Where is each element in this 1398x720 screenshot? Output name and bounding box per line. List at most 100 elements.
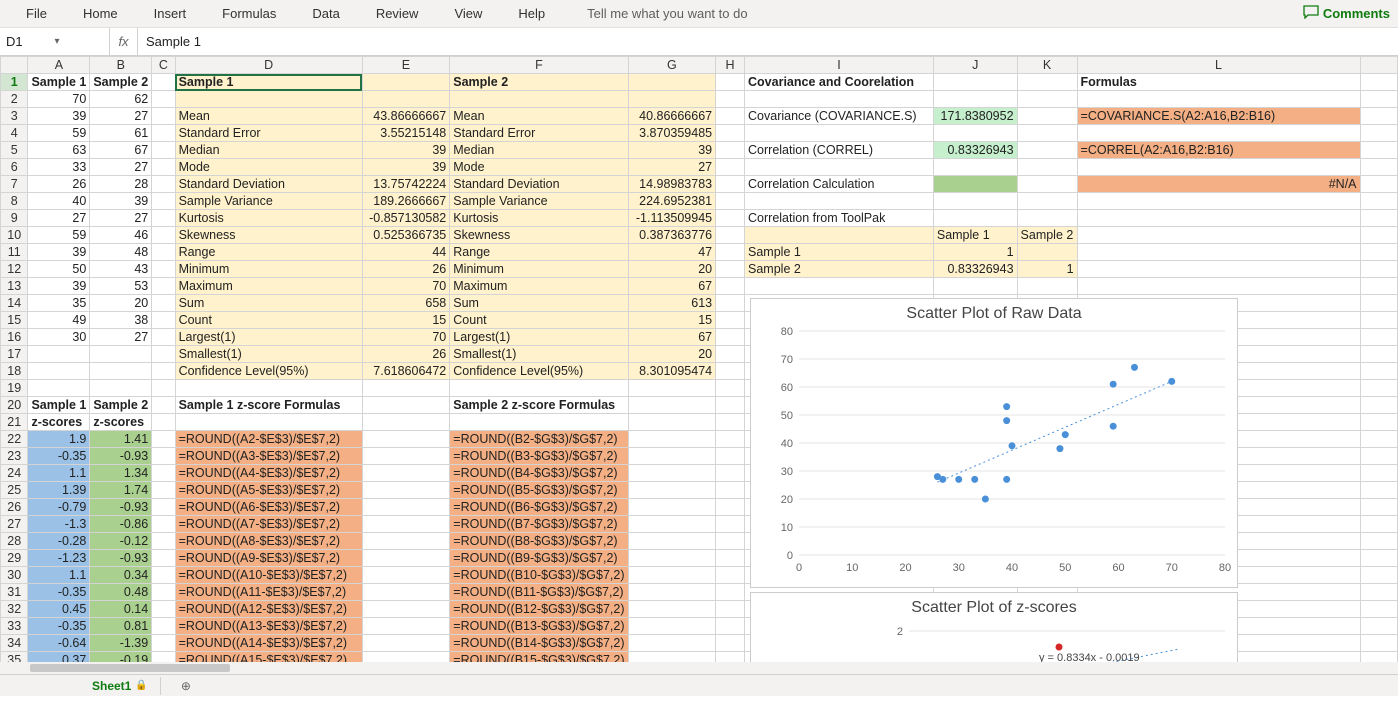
- cell-E15[interactable]: 15: [362, 312, 450, 329]
- row-header-10[interactable]: 10: [1, 227, 28, 244]
- cell-C5[interactable]: [152, 142, 175, 159]
- row-header-15[interactable]: 15: [1, 312, 28, 329]
- cell-L3[interactable]: =COVARIANCE.S(A2:A16,B2:B16): [1077, 108, 1360, 125]
- row-header-24[interactable]: 24: [1, 465, 28, 482]
- cell-A6[interactable]: 33: [28, 159, 90, 176]
- cell-L8[interactable]: [1077, 193, 1360, 210]
- cell-J3[interactable]: 171.8380952: [933, 108, 1017, 125]
- cell-H10[interactable]: [716, 227, 745, 244]
- cell-A10[interactable]: 59: [28, 227, 90, 244]
- tell-me-input[interactable]: Tell me what you want to do: [587, 6, 747, 21]
- cell-B9[interactable]: 27: [90, 210, 152, 227]
- cell-C2[interactable]: [152, 91, 175, 108]
- cell-E4[interactable]: 3.55215148: [362, 125, 450, 142]
- cell-C14[interactable]: [152, 295, 175, 312]
- comments-button[interactable]: Comments: [1303, 5, 1390, 22]
- cell-G6[interactable]: 27: [628, 159, 716, 176]
- spreadsheet-grid[interactable]: ABCDEFGHIJKL1Sample 1Sample 2Sample 1Sam…: [0, 56, 1398, 696]
- row-header-31[interactable]: 31: [1, 584, 28, 601]
- cell-J4[interactable]: [933, 125, 1017, 142]
- cell-C33[interactable]: [152, 618, 175, 635]
- cell-D16[interactable]: Largest(1): [175, 329, 362, 346]
- row-header-9[interactable]: 9: [1, 210, 28, 227]
- cell-F17[interactable]: Smallest(1): [450, 346, 628, 363]
- cell-C15[interactable]: [152, 312, 175, 329]
- cell-F34[interactable]: =ROUND((B14-$G$3)/$G$7,2): [450, 635, 628, 652]
- cell-K7[interactable]: [1017, 176, 1077, 193]
- cell-B10[interactable]: 46: [90, 227, 152, 244]
- row-header-22[interactable]: 22: [1, 431, 28, 448]
- row-header-4[interactable]: 4: [1, 125, 28, 142]
- cell-J11[interactable]: 1: [933, 244, 1017, 261]
- cell-F14[interactable]: Sum: [450, 295, 628, 312]
- cell-A13[interactable]: 39: [28, 278, 90, 295]
- cell-A25[interactable]: 1.39: [28, 482, 90, 499]
- cell-C31[interactable]: [152, 584, 175, 601]
- cell-I13[interactable]: [745, 278, 934, 295]
- cell-G12[interactable]: 20: [628, 261, 716, 278]
- cell-C23[interactable]: [152, 448, 175, 465]
- row-header-12[interactable]: 12: [1, 261, 28, 278]
- cell-G28[interactable]: [628, 533, 716, 550]
- cell-G30[interactable]: [628, 567, 716, 584]
- cell-H1[interactable]: [716, 74, 745, 91]
- cell-C17[interactable]: [152, 346, 175, 363]
- cell-F22[interactable]: =ROUND((B2-$G$3)/$G$7,2): [450, 431, 628, 448]
- cell-K8[interactable]: [1017, 193, 1077, 210]
- cell-E27[interactable]: [362, 516, 450, 533]
- cell-H23[interactable]: [716, 448, 745, 465]
- row-header-30[interactable]: 30: [1, 567, 28, 584]
- ribbon-review[interactable]: Review: [358, 2, 437, 25]
- cell-A34[interactable]: -0.64: [28, 635, 90, 652]
- col-header-C[interactable]: C: [152, 57, 175, 74]
- scrollbar-thumb[interactable]: [30, 664, 230, 672]
- cell-D32[interactable]: =ROUND((A12-$E$3)/$E$7,2): [175, 601, 362, 618]
- row-header-14[interactable]: 14: [1, 295, 28, 312]
- cell-J1[interactable]: [933, 74, 1017, 91]
- cell-D19[interactable]: [175, 380, 362, 397]
- cell-C30[interactable]: [152, 567, 175, 584]
- cell-B18[interactable]: [90, 363, 152, 380]
- row-header-5[interactable]: 5: [1, 142, 28, 159]
- cell-I6[interactable]: [745, 159, 934, 176]
- cell-B26[interactable]: -0.93: [90, 499, 152, 516]
- cell-D18[interactable]: Confidence Level(95%): [175, 363, 362, 380]
- cell-K5[interactable]: [1017, 142, 1077, 159]
- cell-H19[interactable]: [716, 380, 745, 397]
- cell-B4[interactable]: 61: [90, 125, 152, 142]
- cell-E16[interactable]: 70: [362, 329, 450, 346]
- cell-A29[interactable]: -1.23: [28, 550, 90, 567]
- cell-D27[interactable]: =ROUND((A7-$E$3)/$E$7,2): [175, 516, 362, 533]
- cell-F26[interactable]: =ROUND((B6-$G$3)/$G$7,2): [450, 499, 628, 516]
- cell-A11[interactable]: 39: [28, 244, 90, 261]
- cell-F33[interactable]: =ROUND((B13-$G$3)/$G$7,2): [450, 618, 628, 635]
- ribbon-file[interactable]: File: [8, 2, 65, 25]
- cell-H29[interactable]: [716, 550, 745, 567]
- cell-D21[interactable]: [175, 414, 362, 431]
- cell-B20[interactable]: Sample 2: [90, 397, 152, 414]
- cell-F23[interactable]: =ROUND((B3-$G$3)/$G$7,2): [450, 448, 628, 465]
- cell-G31[interactable]: [628, 584, 716, 601]
- cell-L7[interactable]: #N/A: [1077, 176, 1360, 193]
- cell-B25[interactable]: 1.74: [90, 482, 152, 499]
- cell-H28[interactable]: [716, 533, 745, 550]
- cell-G32[interactable]: [628, 601, 716, 618]
- cell-K6[interactable]: [1017, 159, 1077, 176]
- cell-B16[interactable]: 27: [90, 329, 152, 346]
- cell-D5[interactable]: Median: [175, 142, 362, 159]
- cell-E7[interactable]: 13.75742224: [362, 176, 450, 193]
- cell-D4[interactable]: Standard Error: [175, 125, 362, 142]
- cell-G3[interactable]: 40.86666667: [628, 108, 716, 125]
- cell-H22[interactable]: [716, 431, 745, 448]
- cell-H26[interactable]: [716, 499, 745, 516]
- cell-E25[interactable]: [362, 482, 450, 499]
- cell-F30[interactable]: =ROUND((B10-$G$3)/$G$7,2): [450, 567, 628, 584]
- cell-F32[interactable]: =ROUND((B12-$G$3)/$G$7,2): [450, 601, 628, 618]
- cell-J5[interactable]: 0.83326943: [933, 142, 1017, 159]
- cell-A32[interactable]: 0.45: [28, 601, 90, 618]
- ribbon-formulas[interactable]: Formulas: [204, 2, 294, 25]
- cell-J8[interactable]: [933, 193, 1017, 210]
- cell-G13[interactable]: 67: [628, 278, 716, 295]
- cell-A17[interactable]: [28, 346, 90, 363]
- cell-B3[interactable]: 27: [90, 108, 152, 125]
